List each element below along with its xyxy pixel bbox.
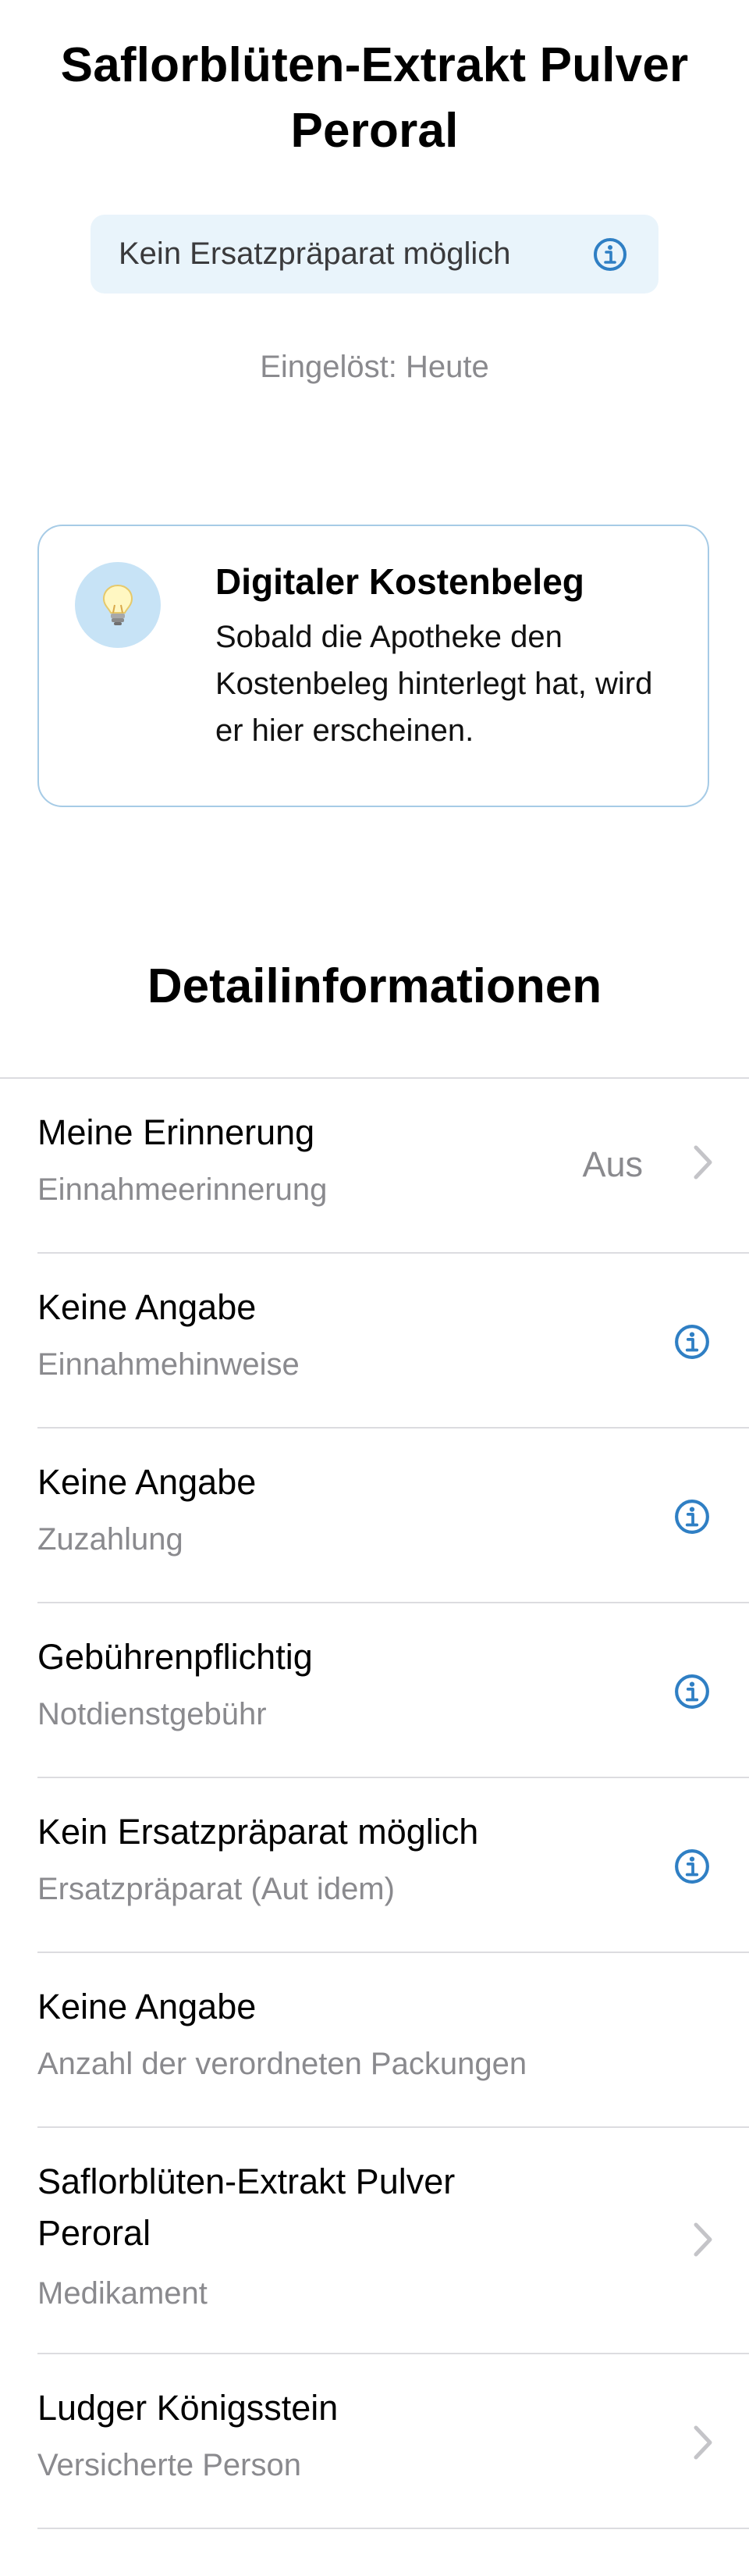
- info-icon[interactable]: [674, 1674, 710, 1713]
- title-line-1: Saflorblüten-Extrakt Pulver: [60, 38, 689, 92]
- row-secondary: Anzahl der verordneten Packungen: [37, 2047, 527, 2081]
- aut-idem-row: Kein Ersatzpräparat möglich Ersatzpräpar…: [0, 1778, 749, 1953]
- intake-notes-row: Keine Angabe Einnahmehinweise: [0, 1254, 749, 1429]
- row-secondary: Zuzahlung: [37, 1522, 183, 1557]
- row-primary: Kein Ersatzpräparat möglich: [37, 1812, 479, 1852]
- row-secondary: Einnahmehinweise: [37, 1347, 300, 1382]
- substitution-badge[interactable]: Kein Ersatzpräparat möglich: [91, 215, 658, 294]
- cost-receipt-body: Sobald die Apotheke den Kostenbeleg hint…: [215, 620, 653, 748]
- page-title: Saflorblüten-Extrakt Pulver Peroral: [31, 33, 718, 164]
- emergency-fee-row: Gebührenpflichtig Notdienstgebühr: [0, 1603, 749, 1778]
- chevron-right-icon: [693, 1144, 713, 1184]
- row-primary: Keine Angabe: [37, 1987, 257, 2026]
- light-bulb-icon: [102, 584, 133, 625]
- row-primary: Ludger Königsstein: [37, 2388, 339, 2428]
- insured-person-row[interactable]: Ludger Königsstein Versicherte Person: [0, 2354, 749, 2529]
- row-secondary: Versicherte Person: [37, 2448, 301, 2482]
- cost-receipt-title: Digitaler Kostenbeleg: [215, 561, 584, 602]
- package-count-row: Keine Angabe Anzahl der verordneten Pack…: [0, 1953, 749, 2128]
- chevron-right-icon: [693, 2222, 713, 2261]
- row-primary-line-1: Saflorblüten-Extrakt Pulver: [37, 2161, 456, 2201]
- light-bulb-icon-container: [75, 562, 161, 648]
- row-primary-line-2: Peroral: [37, 2213, 151, 2253]
- prescription-detail-screen: Saflorblüten-Extrakt Pulver Peroral Kein…: [0, 0, 749, 2576]
- medication-row[interactable]: Saflorblüten-Extrakt Pulver Peroral Medi…: [0, 2128, 749, 2354]
- redeemed-status: Eingelöst: Heute: [260, 350, 489, 384]
- reminder-row[interactable]: Meine Erinnerung Einnahmeerinnerung Aus: [0, 1079, 749, 1254]
- row-primary: Gebührenpflichtig: [37, 1637, 313, 1677]
- title-line-2: Peroral: [290, 104, 459, 158]
- copayment-row: Keine Angabe Zuzahlung: [0, 1429, 749, 1603]
- row-secondary: Ersatzpräparat (Aut idem): [37, 1872, 395, 1906]
- divider: [37, 2528, 749, 2529]
- reminder-value: Aus: [582, 1144, 643, 1184]
- info-icon[interactable]: [593, 237, 627, 276]
- row-primary: Meine Erinnerung: [37, 1112, 315, 1152]
- row-secondary: Einnahmeerinnerung: [37, 1172, 328, 1207]
- info-icon[interactable]: [674, 1324, 710, 1364]
- info-icon[interactable]: [674, 1848, 710, 1888]
- info-icon[interactable]: [674, 1499, 710, 1539]
- chevron-right-icon: [693, 2425, 713, 2464]
- row-secondary: Notdienstgebühr: [37, 1697, 267, 1731]
- row-primary: Keine Angabe: [37, 1462, 257, 1502]
- row-primary: Keine Angabe: [37, 1287, 257, 1327]
- details-section-title: Detailinformationen: [147, 959, 602, 1013]
- row-secondary: Medikament: [37, 2276, 208, 2311]
- cost-receipt-card: Digitaler Kostenbeleg Sobald die Apothek…: [37, 525, 709, 807]
- substitution-badge-label: Kein Ersatzpräparat möglich: [119, 237, 511, 271]
